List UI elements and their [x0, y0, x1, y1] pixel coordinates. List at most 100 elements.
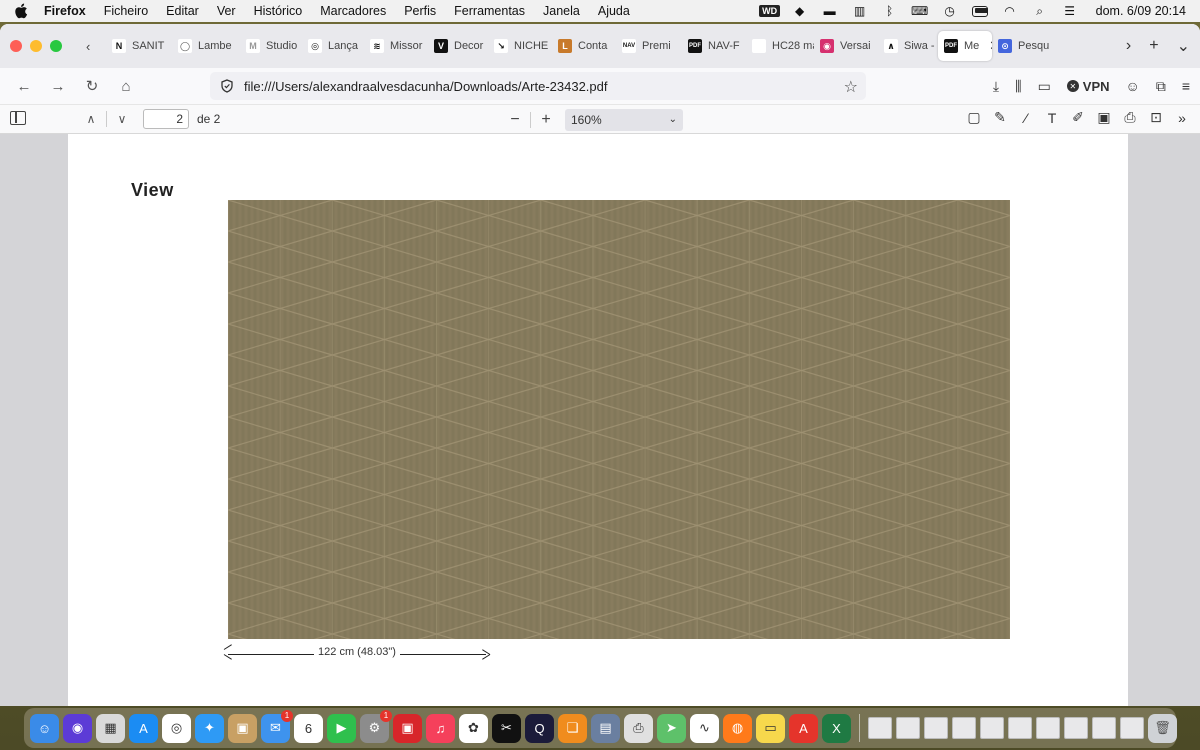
- sidebar-icon[interactable]: ▭: [1038, 78, 1051, 95]
- wifi-icon[interactable]: ◠: [1002, 4, 1018, 18]
- finder-icon[interactable]: ☺: [30, 713, 59, 743]
- excel-icon[interactable]: X: [822, 713, 851, 743]
- pdf-viewport[interactable]: View 122 cm (48.03"): [0, 134, 1200, 706]
- menu-ver[interactable]: Ver: [217, 4, 236, 18]
- draw-icon[interactable]: ✐: [1070, 109, 1086, 126]
- books-icon[interactable]: ❏: [558, 713, 587, 743]
- url-bar[interactable]: file:///Users/alexandraalvesdacunha/Down…: [210, 72, 866, 100]
- app-store-icon[interactable]: A: [129, 713, 158, 743]
- menu-clock[interactable]: dom. 6/09 20:14: [1096, 4, 1186, 18]
- tab-13[interactable]: ∧ Siwa -: [878, 31, 938, 61]
- page-number-input[interactable]: 2: [143, 109, 189, 129]
- menu-ferramentas[interactable]: Ferramentas: [454, 4, 525, 18]
- previous-page-icon[interactable]: ∧: [84, 112, 98, 126]
- trash-icon[interactable]: 🗑: [1148, 713, 1177, 743]
- firefox-icon[interactable]: ◍: [723, 713, 752, 743]
- tab-5[interactable]: ≋ Missor: [364, 31, 428, 61]
- reload-icon[interactable]: ↻: [78, 72, 106, 100]
- acrobat-icon[interactable]: A: [789, 713, 818, 743]
- minimized-window-thumbnail[interactable]: [896, 717, 920, 739]
- tab-9[interactable]: NAV Premi: [616, 31, 682, 61]
- vpn-button[interactable]: ✕ VPN: [1066, 79, 1110, 94]
- tab-12[interactable]: ◉ Versai: [814, 31, 878, 61]
- menu-ficheiro[interactable]: Ficheiro: [104, 4, 148, 18]
- minimized-window-thumbnail[interactable]: [1036, 717, 1060, 739]
- zoom-in-icon[interactable]: +: [537, 111, 555, 129]
- photo-booth-icon[interactable]: ▣: [228, 713, 257, 743]
- tab-3[interactable]: M Studio: [240, 31, 302, 61]
- list-all-tabs-icon[interactable]: ⌄: [1177, 36, 1190, 56]
- menu-janela[interactable]: Janela: [543, 4, 580, 18]
- tab-1[interactable]: N SANIT: [106, 31, 172, 61]
- tab-11[interactable]: HC28 mai: [746, 31, 814, 61]
- save-icon[interactable]: ⊡: [1148, 109, 1164, 126]
- car-icon[interactable]: ▬: [822, 4, 838, 18]
- keyboard-icon[interactable]: ⌨: [911, 4, 928, 18]
- extensions-icon[interactable]: ⧉: [1156, 78, 1166, 95]
- siri-icon[interactable]: ◉: [63, 713, 92, 743]
- account-icon[interactable]: ☺: [1126, 78, 1140, 94]
- bookmark-star-icon[interactable]: ☆: [844, 77, 858, 97]
- signature-icon[interactable]: ✎: [992, 109, 1008, 126]
- minimized-window-thumbnail[interactable]: [952, 717, 976, 739]
- minimize-window-button[interactable]: [30, 40, 42, 52]
- notes-icon[interactable]: ▭: [756, 713, 785, 743]
- close-window-button[interactable]: [10, 40, 22, 52]
- search-icon[interactable]: ⌕: [1032, 4, 1048, 18]
- tab-8[interactable]: L Conta: [552, 31, 616, 61]
- minimized-window-thumbnail[interactable]: [1120, 717, 1144, 739]
- library-icon[interactable]: ⫼: [1015, 78, 1021, 95]
- tab-2[interactable]: ◯ Lambe: [172, 31, 240, 61]
- new-tab-icon[interactable]: +: [1149, 37, 1158, 55]
- quicktime-icon[interactable]: Q: [525, 713, 554, 743]
- home-icon[interactable]: ⌂: [112, 72, 140, 100]
- printer-icon[interactable]: ⎙: [624, 713, 653, 743]
- downloads-icon[interactable]: ⤓: [993, 78, 999, 95]
- zoom-window-button[interactable]: [50, 40, 62, 52]
- comment-icon[interactable]: ▢: [966, 109, 982, 126]
- apple-icon[interactable]: [14, 3, 28, 19]
- tabs-scroll-left-icon[interactable]: ‹: [86, 39, 100, 54]
- system-settings-icon[interactable]: ⚙ 1: [360, 709, 392, 743]
- tab-10[interactable]: PDF NAV-F: [682, 31, 746, 61]
- battery-icon[interactable]: [971, 4, 988, 18]
- maps-icon[interactable]: ➤: [657, 713, 686, 743]
- clock-icon[interactable]: ◷: [942, 4, 958, 18]
- minimized-window-thumbnail[interactable]: [1064, 717, 1088, 739]
- app-menu-icon[interactable]: ≡: [1182, 78, 1190, 94]
- capcut-icon[interactable]: ✂: [492, 713, 521, 743]
- music-icon[interactable]: ♫: [426, 713, 455, 743]
- menu-ajuda[interactable]: Ajuda: [598, 4, 630, 18]
- zoom-select[interactable]: 160% ⌄: [565, 109, 683, 131]
- game-icon[interactable]: ◆: [792, 4, 808, 18]
- control-center-icon[interactable]: ☰: [1062, 4, 1078, 18]
- calendar-icon[interactable]: 6: [294, 713, 323, 743]
- forward-icon[interactable]: →: [44, 72, 72, 100]
- freeform-icon[interactable]: ∿: [690, 713, 719, 743]
- facetime-icon[interactable]: ▶: [327, 713, 356, 743]
- back-icon[interactable]: ←: [10, 72, 38, 100]
- tab-4[interactable]: ◎ Lança: [302, 31, 364, 61]
- safari-icon[interactable]: ✦: [195, 713, 224, 743]
- text-tool-icon[interactable]: T: [1044, 110, 1060, 126]
- highlight-icon[interactable]: ⁄: [1018, 110, 1034, 126]
- more-tools-icon[interactable]: »: [1174, 110, 1190, 126]
- photos-icon[interactable]: ✿: [459, 713, 488, 743]
- launchpad-icon[interactable]: ▦: [96, 713, 125, 743]
- mail-icon[interactable]: ✉ 1: [261, 709, 293, 743]
- tab-15[interactable]: ⊙ Pesqu: [992, 31, 1056, 61]
- url-text[interactable]: file:///Users/alexandraalvesdacunha/Down…: [244, 79, 608, 94]
- minimized-window-thumbnail[interactable]: [868, 717, 892, 739]
- minimized-window-thumbnail[interactable]: [980, 717, 1004, 739]
- tab-6[interactable]: V Decor: [428, 31, 488, 61]
- image-icon[interactable]: ▣: [1096, 109, 1112, 126]
- minimized-window-thumbnail[interactable]: [924, 717, 948, 739]
- tabs-scroll-right-icon[interactable]: ›: [1126, 37, 1131, 55]
- tab-14[interactable]: PDFMe✕: [938, 31, 992, 61]
- red-app-icon[interactable]: ▣: [393, 713, 422, 743]
- wd-icon[interactable]: WD: [759, 4, 781, 18]
- menu-app-name[interactable]: Firefox: [44, 4, 86, 18]
- minimized-window-thumbnail[interactable]: [1008, 717, 1032, 739]
- print-icon[interactable]: ⎙: [1122, 109, 1138, 126]
- menu-perfis[interactable]: Perfis: [404, 4, 436, 18]
